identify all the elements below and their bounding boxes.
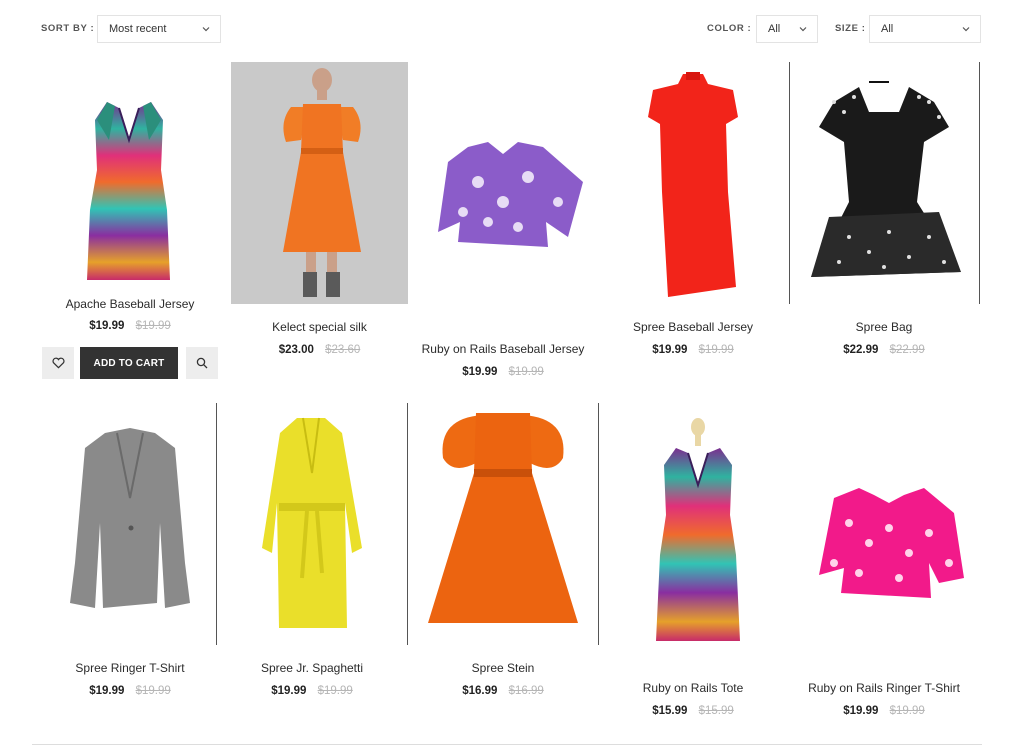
product-price: $19.99 [89,320,125,332]
product-old-price: $19.99 [508,366,544,378]
size-label: SIZE : [835,23,866,34]
product-old-price: $16.99 [508,685,544,697]
product-price: $19.99 [652,344,688,356]
product-image[interactable] [598,403,788,665]
product-name[interactable]: Spree Jr. Spaghetti [217,661,407,675]
product-image[interactable] [408,62,598,304]
product-card[interactable]: Ruby on Rails Baseball Jersey $19.99 $19… [408,62,598,378]
product-name[interactable]: Spree Ringer T-Shirt [35,661,225,675]
color-value: All [768,23,781,35]
product-card[interactable]: Apache Baseball Jersey $19.99 $19.99 [35,80,225,332]
product-old-price: $19.99 [135,685,171,697]
divider [407,403,408,645]
product-name[interactable]: Ruby on Rails Tote [598,681,788,695]
product-actions: ADD TO CART [42,347,218,379]
product-image[interactable] [598,62,788,304]
product-name[interactable]: Spree Baseball Jersey [598,320,788,334]
product-old-price: $22.99 [889,344,925,356]
product-card[interactable]: Ruby on Rails Tote $15.99 $15.99 [598,403,788,717]
product-name[interactable]: Spree Bag [789,320,979,334]
color-select[interactable]: All [756,15,818,43]
product-card[interactable]: Ruby on Rails Ringer T-Shirt $19.99 $19.… [789,403,979,717]
product-price: $23.00 [278,344,314,356]
divider [979,62,980,304]
product-name[interactable]: Ruby on Rails Ringer T-Shirt [789,681,979,695]
product-image[interactable] [408,403,598,645]
heart-icon [51,357,65,369]
product-price: $15.99 [652,705,688,717]
divider [216,403,217,645]
product-old-price: $19.99 [317,685,353,697]
product-card[interactable]: Spree Jr. Spaghetti $19.99 $19.99 [217,403,407,697]
divider [789,62,790,304]
product-old-price: $23.60 [325,344,361,356]
wishlist-button[interactable] [42,347,74,379]
sort-value: Most recent [109,23,167,35]
product-image[interactable] [217,403,407,645]
chevron-down-icon [962,27,970,32]
size-value: All [881,23,894,35]
product-price: $22.99 [843,344,879,356]
sort-by-label: SORT BY : [41,23,95,34]
product-price: $16.99 [462,685,498,697]
product-card[interactable]: Spree Ringer T-Shirt $19.99 $19.99 [35,403,225,697]
product-card[interactable]: Spree Bag $22.99 $22.99 [789,62,979,356]
chevron-down-icon [202,27,210,32]
product-name[interactable]: Spree Stein [408,661,598,675]
product-price: $19.99 [462,366,498,378]
quick-view-button[interactable] [186,347,218,379]
product-price: $19.99 [271,685,307,697]
product-old-price: $15.99 [698,705,734,717]
product-card[interactable]: Spree Baseball Jersey $19.99 $19.99 [598,62,788,356]
divider [32,744,982,745]
color-label: COLOR : [707,23,752,34]
sort-select[interactable]: Most recent [97,15,221,43]
product-price: $19.99 [843,705,879,717]
divider [598,403,599,645]
product-image[interactable] [35,80,225,285]
product-old-price: $19.99 [889,705,925,717]
product-image[interactable] [789,62,979,304]
size-select[interactable]: All [869,15,981,43]
product-old-price: $19.99 [698,344,734,356]
product-price: $19.99 [89,685,125,697]
product-name[interactable]: Apache Baseball Jersey [35,297,225,311]
product-image[interactable] [231,62,408,304]
add-to-cart-button[interactable]: ADD TO CART [80,347,178,379]
chevron-down-icon [799,27,807,32]
product-image[interactable] [789,403,979,665]
product-old-price: $19.99 [135,320,171,332]
search-icon [196,357,208,369]
product-card[interactable]: Spree Stein $16.99 $16.99 [408,403,598,697]
product-name[interactable]: Ruby on Rails Baseball Jersey [408,342,598,356]
product-name[interactable]: Kelect special silk [231,320,408,334]
product-card[interactable]: Kelect special silk $23.00 $23.60 [231,62,408,356]
product-image[interactable] [35,403,225,645]
